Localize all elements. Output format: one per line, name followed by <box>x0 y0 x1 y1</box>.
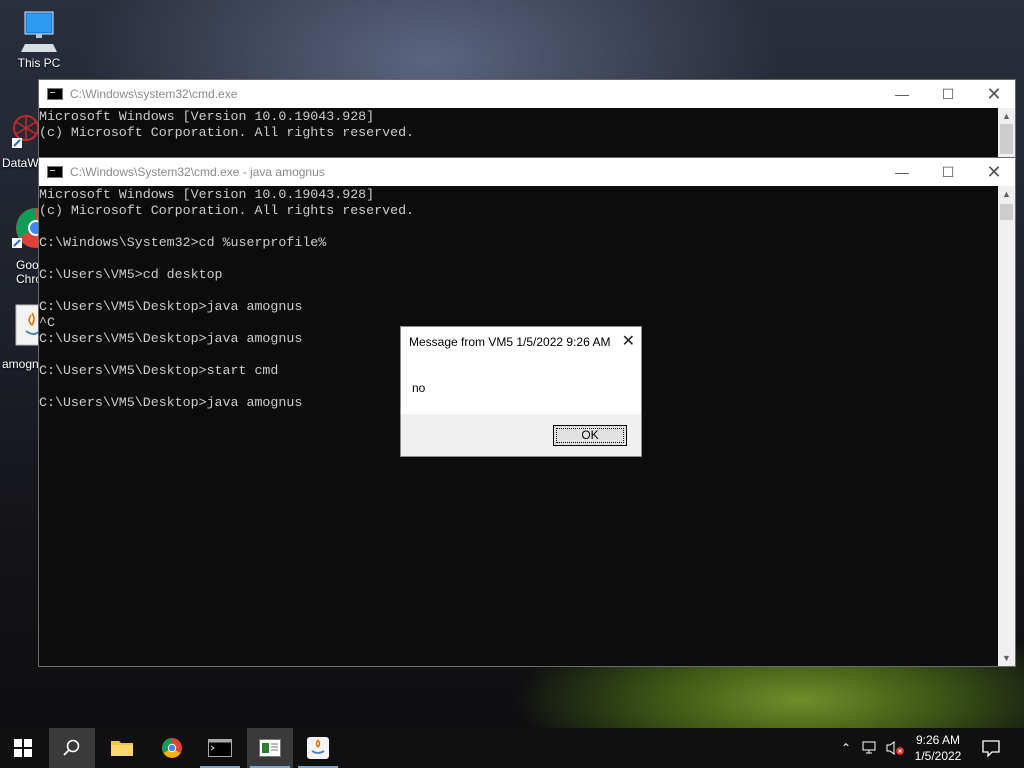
clock[interactable]: 9:26 AM 1/5/2022 <box>910 728 966 768</box>
volume-button[interactable] <box>884 728 906 768</box>
java-icon <box>307 737 329 759</box>
dialog-message: no <box>412 381 426 395</box>
scroll-thumb[interactable] <box>1000 124 1013 154</box>
desktop-icon-label: DataW <box>2 156 39 170</box>
chevron-up-icon: ⌃ <box>840 741 852 755</box>
monitor-icon <box>19 10 59 54</box>
maximize-button[interactable]: ☐ <box>925 158 971 186</box>
scroll-thumb[interactable] <box>1000 204 1013 220</box>
minimize-button[interactable]: — <box>879 80 925 108</box>
search-icon <box>63 739 80 756</box>
close-button[interactable]: ✕ <box>971 158 1017 186</box>
taskbar-file-explorer[interactable] <box>99 728 145 768</box>
folder-icon <box>111 741 133 756</box>
taskbar-cmd-active[interactable] <box>247 728 293 768</box>
action-center-button[interactable] <box>976 728 1006 768</box>
cmd-icon <box>208 739 232 757</box>
volume-muted-icon <box>886 741 904 755</box>
clock-time: 9:26 AM <box>915 733 961 747</box>
clock-date: 1/5/2022 <box>914 749 962 763</box>
minimize-button[interactable]: — <box>879 158 925 186</box>
scroll-up-icon[interactable]: ▲ <box>998 108 1015 124</box>
desktop-icon-this-pc[interactable]: This PC <box>1 10 77 70</box>
start-button[interactable] <box>0 728 46 768</box>
desktop-icon-label: amogn <box>2 357 39 371</box>
cmd-icon <box>47 166 63 178</box>
close-icon[interactable]: ✕ <box>622 331 635 351</box>
chrome-icon <box>162 738 182 758</box>
close-button[interactable]: ✕ <box>971 80 1017 108</box>
maximize-button[interactable]: ☐ <box>925 80 971 108</box>
desktop-icon-label: This PC <box>17 56 61 70</box>
dialog-title: Message from VM5 1/5/2022 9:26 AM <box>409 335 611 349</box>
cmd-icon <box>47 88 63 100</box>
network-button[interactable] <box>860 728 882 768</box>
vertical-scrollbar[interactable]: ▲ <box>998 108 1015 158</box>
window-titlebar[interactable]: C:\Windows\System32\cmd.exe - java amogn… <box>39 158 1015 186</box>
message-dialog[interactable]: Message from VM5 1/5/2022 9:26 AM ✕ no O… <box>400 326 642 457</box>
scroll-up-icon[interactable]: ▲ <box>998 186 1015 202</box>
console-window-icon <box>259 739 281 757</box>
taskbar-chrome[interactable] <box>149 728 195 768</box>
window-title: C:\Windows\system32\cmd.exe <box>70 87 238 101</box>
taskbar-java[interactable] <box>295 728 341 768</box>
windows-logo-icon <box>14 739 32 757</box>
window-title: C:\Windows\System32\cmd.exe - java amogn… <box>70 165 325 179</box>
ok-button[interactable]: OK <box>553 425 627 446</box>
window-titlebar[interactable]: C:\Windows\system32\cmd.exe — ☐ ✕ <box>39 80 1015 108</box>
scroll-down-icon[interactable]: ▼ <box>998 650 1015 666</box>
cmd-window-back[interactable]: C:\Windows\system32\cmd.exe — ☐ ✕ Micros… <box>38 79 1016 159</box>
taskbar: ⌃ 9:26 AM 1/5/2022 <box>0 728 1024 768</box>
vertical-scrollbar[interactable]: ▲ ▼ <box>998 186 1015 666</box>
search-button[interactable] <box>49 728 95 768</box>
network-icon <box>862 741 876 754</box>
taskbar-cmd[interactable] <box>197 728 243 768</box>
notification-icon <box>982 740 1000 757</box>
show-hidden-icons-button[interactable]: ⌃ <box>836 728 856 768</box>
console-output: Microsoft Windows [Version 10.0.19043.92… <box>39 109 415 140</box>
